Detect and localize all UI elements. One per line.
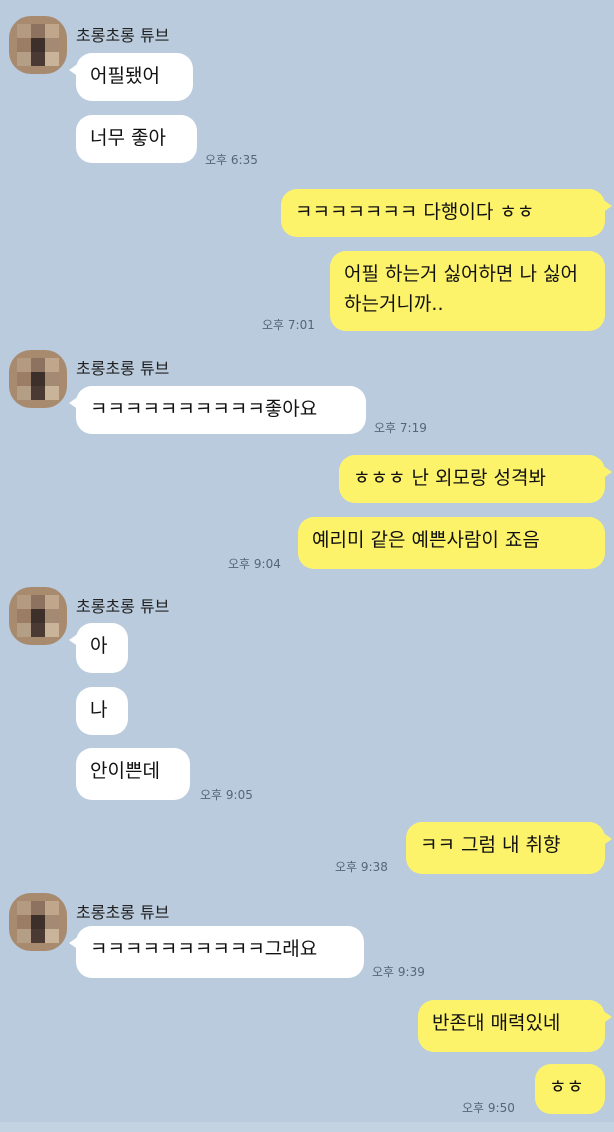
sender-name: 초롱초롱 튜브 xyxy=(76,359,170,378)
message-time: 오후 9:39 xyxy=(372,965,425,979)
message-bubble[interactable]: 너무 좋아 xyxy=(76,115,197,163)
message-time: 오후 9:38 xyxy=(335,860,388,874)
message-bubble[interactable]: ㅎㅎㅎ 난 외모랑 성격봐 xyxy=(339,455,612,503)
message-time: 오후 6:35 xyxy=(205,153,258,167)
message-bubble[interactable]: 어필됐어 xyxy=(69,53,193,101)
sender-name: 초롱초롱 튜브 xyxy=(76,597,170,616)
message-bubble[interactable]: ㅋㅋㅋㅋㅋㅋㅋㅋㅋㅋ좋아요 xyxy=(69,386,366,434)
sender-name: 초롱초롱 튜브 xyxy=(76,903,170,922)
message-bubble[interactable]: 예리미 같은 예쁜사람이 죠음 xyxy=(298,517,605,569)
message-bubble[interactable]: 나 xyxy=(76,687,128,735)
chat-area: 초롱초롱 튜브 어필됐어 너무 좋아 오후 6:35 ㅋㅋㅋㅋㅋㅋㅋ 다행이다 … xyxy=(0,0,614,1132)
message-bubble[interactable]: 아 xyxy=(69,623,128,673)
message-time: 오후 7:19 xyxy=(374,421,427,435)
message-bubble[interactable]: ㅋㅋㅋㅋㅋㅋㅋ 다행이다 ㅎㅎ xyxy=(281,189,612,237)
message-time: 오후 9:04 xyxy=(228,557,281,571)
message-bubble[interactable]: ㅋㅋ 그럼 내 취향 xyxy=(406,822,612,874)
message-time: 오후 7:01 xyxy=(262,318,315,332)
message-bubble[interactable]: 안이쁜데 xyxy=(76,748,190,800)
sender-avatar[interactable] xyxy=(9,587,67,645)
message-time: 오후 9:50 xyxy=(462,1101,515,1115)
sender-name: 초롱초롱 튜브 xyxy=(76,26,170,45)
message-time: 오후 9:05 xyxy=(200,788,253,802)
message-bubble[interactable]: 반존대 매력있네 xyxy=(418,1000,612,1052)
message-bubble[interactable]: 어필 하는거 싫어하면 나 싫어하는거니까.. xyxy=(330,251,605,331)
sender-avatar[interactable] xyxy=(9,16,67,74)
message-bubble[interactable]: ㅋㅋㅋㅋㅋㅋㅋㅋㅋㅋ그래요 xyxy=(69,926,364,978)
sender-avatar[interactable] xyxy=(9,350,67,408)
partial-avatar-edge xyxy=(0,1122,614,1132)
message-bubble[interactable]: ㅎㅎ xyxy=(535,1064,605,1114)
sender-avatar[interactable] xyxy=(9,893,67,951)
